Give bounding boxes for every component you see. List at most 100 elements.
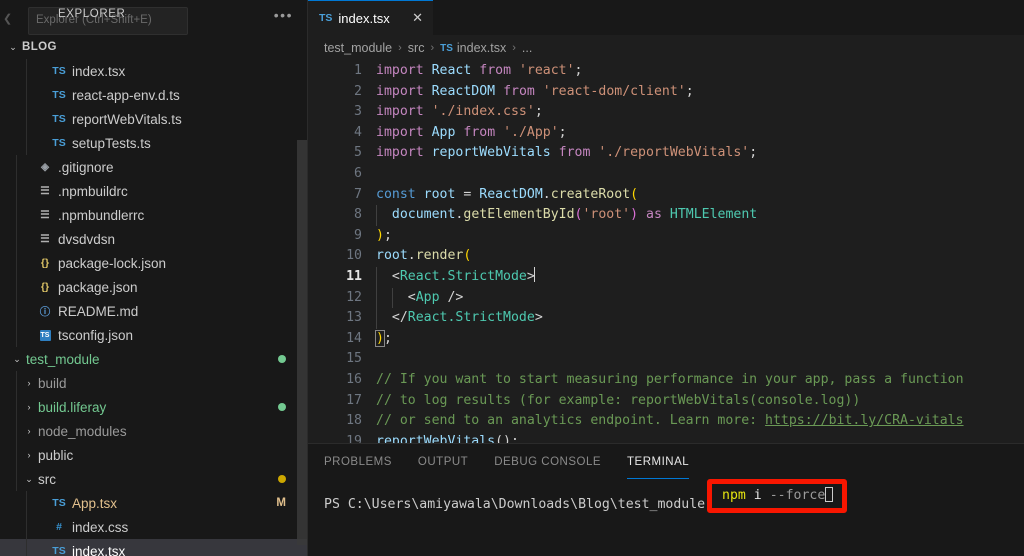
tree-item-index-css[interactable]: # index.css <box>0 515 307 539</box>
tree-indent-guide <box>26 107 27 131</box>
tree-item-package-lock-json[interactable]: {} package-lock.json <box>0 251 307 275</box>
code-token: ; <box>383 330 392 346</box>
code-text: import ReactDOM from 'react-dom/client'; <box>376 82 694 103</box>
code-token: React <box>431 63 472 78</box>
sidebar-titlebar: ❮ Explorer (Ctrl+Shift+E) EXPLORER ••• <box>0 0 307 35</box>
tree-item-build-liferay[interactable]: › build.liferay <box>0 395 307 419</box>
tree-item-react-app-env-d-ts[interactable]: TS react-app-env.d.ts <box>0 83 307 107</box>
code-token: > <box>534 310 543 326</box>
code-token: = <box>455 186 480 202</box>
file-type-icon: {} <box>40 257 50 269</box>
line-number: 13 <box>346 310 362 326</box>
chevron-right-icon[interactable]: › <box>22 378 36 388</box>
tree-item-label: tsconfig.json <box>58 327 134 343</box>
editor-area: TS index.tsx ✕ test_module › src › TS index.t… <box>308 0 1024 556</box>
code-token: ; <box>383 227 392 243</box>
file-type-icon: ☰ <box>40 209 50 221</box>
panel-tabs[interactable]: PROBLEMS OUTPUT DEBUG CONSOLE TERMINAL <box>308 444 1024 479</box>
tree-indent-guide <box>16 323 17 347</box>
tree-item--gitignore[interactable]: ◈ .gitignore <box>0 155 307 179</box>
line-number: 2 <box>354 83 362 99</box>
code-token: ( <box>630 186 639 202</box>
collapse-chevron-icon[interactable]: ❮ <box>3 12 12 25</box>
code-token: createRoot <box>550 186 631 202</box>
code-token: ; <box>534 104 543 120</box>
code-token: from <box>558 145 591 161</box>
file-type-icon: {} <box>40 281 50 293</box>
tree-item-node-modules[interactable]: › node_modules <box>0 419 307 443</box>
panel-tab-debug-console[interactable]: DEBUG CONSOLE <box>494 444 601 479</box>
code-token: (); <box>495 433 519 443</box>
code-token: import <box>376 83 424 99</box>
code-token: './index.css' <box>431 104 535 120</box>
sidebar-scrollbar[interactable] <box>297 140 307 545</box>
code-token: ReactDOM <box>431 83 496 99</box>
tree-item--npmbuildrc[interactable]: ☰ .npmbuildrc <box>0 179 307 203</box>
tree-item-build[interactable]: › build <box>0 371 307 395</box>
file-type-icon: TS <box>52 89 66 101</box>
code-line: 6 <box>308 164 1024 185</box>
tree-item-tsconfig-json[interactable]: TS tsconfig.json <box>0 323 307 347</box>
tree-item-app-tsx[interactable]: TS App.tsx M <box>0 491 307 515</box>
code-token: root <box>376 248 408 264</box>
tree-item-index-tsx[interactable]: TS index.tsx <box>0 539 307 556</box>
tree-root-blog[interactable]: ⌄ BLOG <box>0 35 307 59</box>
panel-tab-terminal[interactable]: TERMINAL <box>627 444 690 479</box>
tree-item-test-module[interactable]: ⌄ test_module <box>0 347 307 371</box>
tree-indent-guide <box>16 203 17 227</box>
code-editor[interactable]: 1 import React from 'react'; 2 import React… <box>308 61 1024 443</box>
tree-item-readme-md[interactable]: ⓘ README.md <box>0 299 307 323</box>
tree-item-public[interactable]: › public <box>0 443 307 467</box>
breadcrumb-part[interactable]: src <box>408 41 425 55</box>
chevron-down-icon[interactable]: ⌄ <box>22 474 36 484</box>
tree-indent-guide <box>16 419 17 443</box>
tree-item-setuptests-ts[interactable]: TS setupTests.ts <box>0 131 307 155</box>
terminal-command-highlight[interactable]: npm i --force <box>707 479 848 513</box>
tree-item-reportwebvitals-ts[interactable]: TS reportWebVitals.ts <box>0 107 307 131</box>
tree-item-label: index.css <box>72 519 129 535</box>
chevron-right-icon[interactable]: › <box>22 402 36 412</box>
terminal-view[interactable]: PS C:\Users\amiyawala\Downloads\Blog\tes… <box>308 479 1024 556</box>
tree-item--npmbundlerrc[interactable]: ☰ .npmbundlerrc <box>0 203 307 227</box>
line-number: 15 <box>346 351 362 367</box>
git-status-dot <box>278 403 286 411</box>
breadcrumb-part[interactable]: ... <box>522 41 532 55</box>
code-line: 9); <box>308 226 1024 247</box>
file-type-icon: ☰ <box>40 233 50 245</box>
code-token: ; <box>685 83 694 99</box>
file-tree[interactable]: ⌄ BLOG TS index.tsx TS react-app-env.d.ts TS… <box>0 35 307 556</box>
tree-item-dvsdvdsn[interactable]: ☰ dvsdvdsn <box>0 227 307 251</box>
chevron-down-icon[interactable]: ⌄ <box>10 354 24 364</box>
terminal-prompt: PS C:\Users\amiyawala\Downloads\Blog\tes… <box>324 497 706 512</box>
code-token[interactable]: https://bit.ly/CRA-vitals <box>765 413 964 428</box>
code-token: root <box>423 186 456 202</box>
breadcrumb-part[interactable]: test_module <box>324 41 392 55</box>
tree-item-src[interactable]: ⌄ src <box>0 467 307 491</box>
panel-tab-output[interactable]: OUTPUT <box>418 444 468 479</box>
line-number: 4 <box>354 124 362 140</box>
line-number: 3 <box>354 104 362 120</box>
breadcrumb[interactable]: test_module › src › TS index.tsx ›... <box>308 35 1024 61</box>
panel-tab-problems[interactable]: PROBLEMS <box>324 444 392 479</box>
code-token: ; <box>574 63 583 78</box>
editor-tab-index-tsx[interactable]: TS index.tsx ✕ <box>308 0 433 35</box>
tree-item-package-json[interactable]: {} package.json <box>0 275 307 299</box>
close-icon[interactable]: ✕ <box>412 10 423 26</box>
code-line: 7 const root = ReactDOM.createRoot( <box>308 185 1024 206</box>
code-text: root.render( <box>376 246 471 267</box>
breadcrumb-part[interactable]: index.tsx <box>457 41 506 55</box>
file-type-icon: TS <box>52 545 66 556</box>
tree-item-label: public <box>38 447 74 463</box>
chevron-right-icon[interactable]: › <box>22 426 36 436</box>
tree-indent-guide <box>16 443 17 467</box>
chevron-right-icon[interactable]: › <box>22 450 36 460</box>
tree-indent-guide <box>16 275 17 299</box>
tree-item-index-tsx[interactable]: TS index.tsx <box>0 59 307 83</box>
more-actions-icon[interactable]: ••• <box>274 8 293 22</box>
